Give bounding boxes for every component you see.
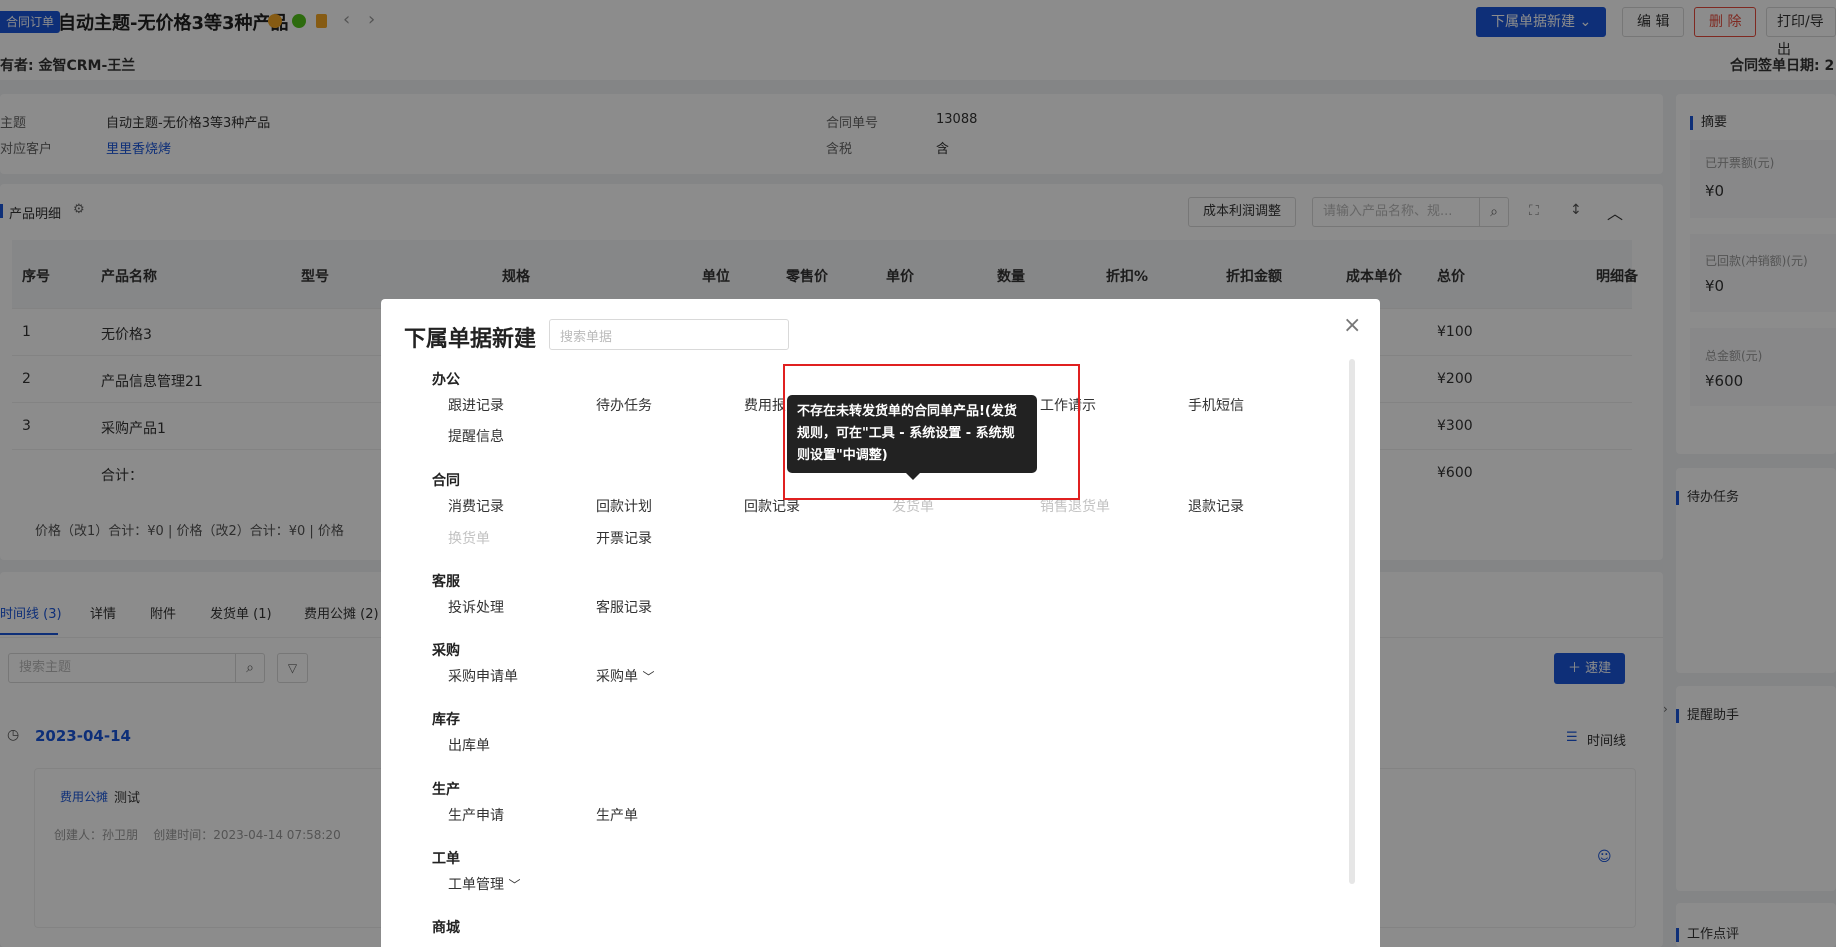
- group-customer-service: 客服: [432, 574, 460, 590]
- group-mall: 商城: [432, 920, 460, 936]
- item-follow-up-record[interactable]: 跟进记录: [448, 395, 504, 415]
- item-refund-record[interactable]: 退款记录: [1188, 496, 1244, 516]
- chevron-down-icon: ﹀: [508, 878, 521, 892]
- group-work-order: 工单: [432, 851, 460, 867]
- item-purchase-request[interactable]: 采购申请单: [448, 666, 518, 686]
- dialog-title: 下属单据新建: [404, 327, 537, 352]
- item-work-order-label: 工单管理: [448, 877, 504, 893]
- item-reminder[interactable]: 提醒信息: [448, 426, 504, 446]
- group-inventory: 库存: [432, 712, 460, 728]
- item-exchange-note: 换货单: [448, 531, 490, 547]
- item-expense-report[interactable]: 费用报: [744, 395, 786, 415]
- item-todo-task[interactable]: 待办任务: [596, 395, 652, 415]
- group-contract: 合同: [432, 473, 460, 489]
- item-invoice-record[interactable]: 开票记录: [596, 528, 652, 548]
- item-purchase-order[interactable]: 采购单 ﹀: [596, 666, 654, 686]
- document-search-input[interactable]: 搜索单据: [549, 319, 789, 350]
- item-sms[interactable]: 手机短信: [1188, 395, 1244, 415]
- item-production-request[interactable]: 生产申请: [448, 805, 504, 825]
- dialog-scrollbar[interactable]: [1349, 359, 1355, 884]
- item-payment-plan[interactable]: 回款计划: [596, 496, 652, 516]
- item-complaint[interactable]: 投诉处理: [448, 597, 504, 617]
- disabled-reason-tooltip: 不存在未转发货单的合同单产品!(发货规则，可在"工具 - 系统设置 - 系统规则…: [787, 395, 1037, 473]
- item-production-order[interactable]: 生产单: [596, 805, 638, 825]
- group-purchase: 采购: [432, 643, 460, 659]
- group-office: 办公: [432, 372, 460, 388]
- group-production: 生产: [432, 782, 460, 798]
- tooltip-arrow: [905, 472, 921, 480]
- item-service-record[interactable]: 客服记录: [596, 597, 652, 617]
- chevron-down-icon: ﹀: [642, 670, 655, 684]
- close-icon[interactable]: ×: [1343, 313, 1361, 338]
- item-outbound-order[interactable]: 出库单: [448, 735, 490, 755]
- item-work-order-management[interactable]: 工单管理 ﹀: [448, 874, 520, 894]
- item-purchase-order-label: 采购单: [596, 669, 638, 685]
- item-consumption-record[interactable]: 消费记录: [448, 496, 504, 516]
- page: 合同订单 自动主题-无价格3等3种产品 ‹ › 下属单据新建 ⌄ 编 辑 删 除…: [0, 0, 1836, 947]
